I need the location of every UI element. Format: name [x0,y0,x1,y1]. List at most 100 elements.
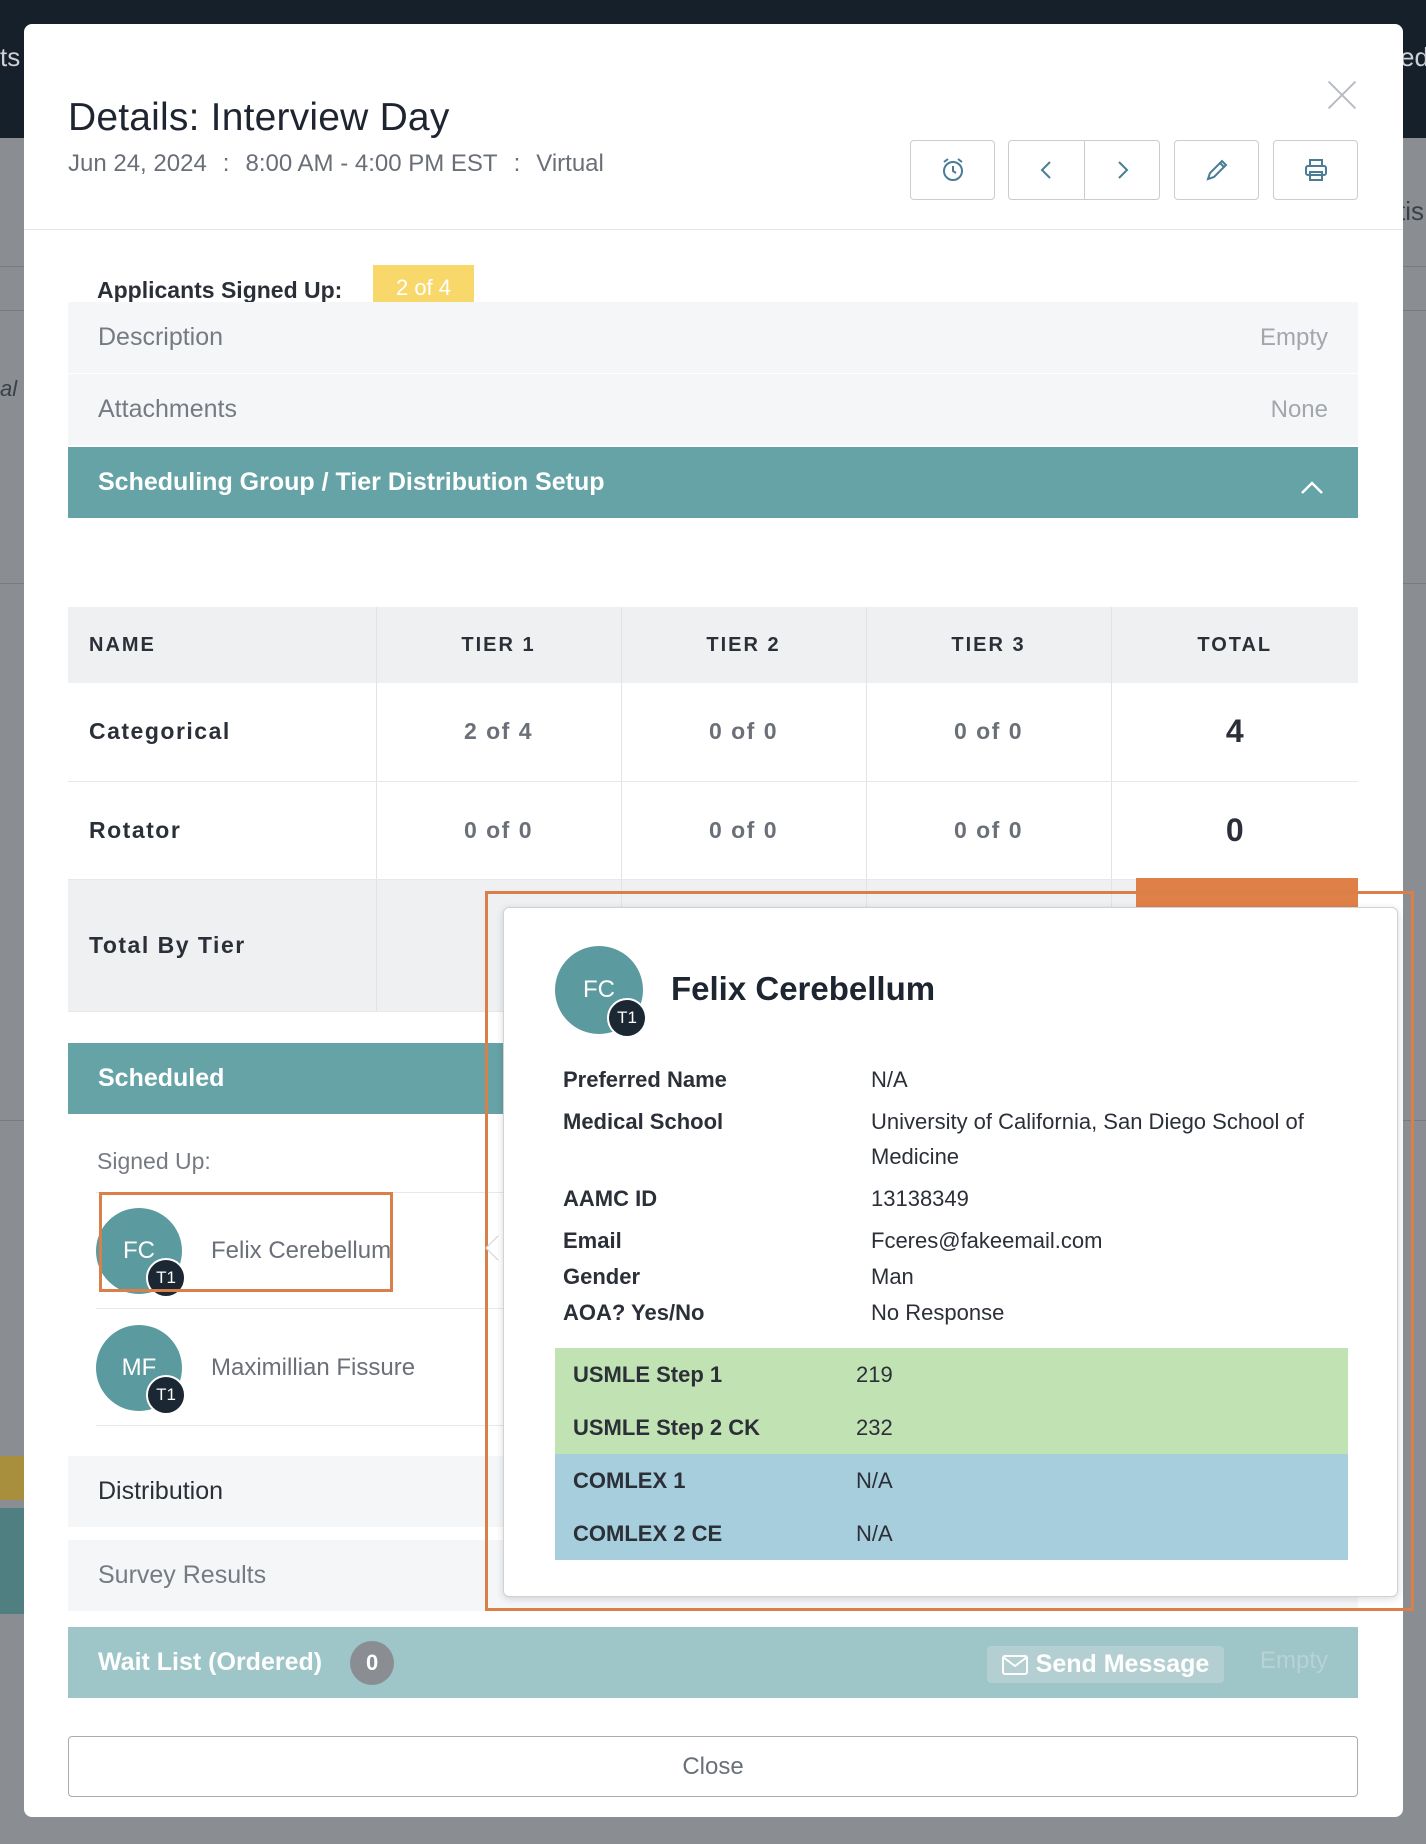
alarm-clock-icon [942,158,963,181]
scheduling-group-header[interactable]: Scheduling Group / Tier Distribution Set… [68,447,1358,518]
score-row: USMLE Step 2 CK 232 [555,1401,1348,1454]
close-icon[interactable] [1324,76,1360,112]
avatar-initials: FC [583,976,615,1003]
background-partial-text: al [0,376,18,401]
meta-separator: : [513,150,521,177]
tier-cell: 0 of 0 [376,781,622,880]
popover-applicant-name: Felix Cerebellum [671,970,936,1007]
detail-key: Medical School [563,1109,724,1134]
comlex-scores: COMLEX 1 N/A COMLEX 2 CE N/A [555,1454,1348,1560]
scheduling-group-label: Scheduling Group / Tier Distribution Set… [98,468,605,496]
popover-avatar: FC T1 [555,946,647,1038]
avatar: MF T1 [96,1325,186,1415]
next-button[interactable] [1084,140,1160,200]
score-value: 219 [856,1361,893,1387]
chevron-left-icon [1040,161,1051,179]
table-row: Rotator 0 of 0 0 of 0 0 of 0 0 [68,781,1358,880]
pencil-icon [1205,159,1227,181]
total-cell: 0 [1111,781,1358,880]
tier-cell: 2 of 4 [376,683,622,782]
applicant-name[interactable]: Maximillian Fissure [211,1354,415,1382]
column-header: TIER 3 [866,607,1112,683]
description-label: Description [98,323,224,351]
envelope-icon [1001,1654,1028,1675]
row-name: Categorical [68,683,377,782]
column-header: NAME [68,607,377,683]
divider [96,1308,536,1309]
divider [96,1425,536,1426]
meta-separator: : [222,150,230,177]
distribution-label: Distribution [98,1477,224,1505]
selection-highlight [99,1192,393,1292]
detail-row: Preferred Name N/A [563,1062,1343,1097]
chevron-up-icon[interactable] [1300,473,1324,494]
column-header: TOTAL [1111,607,1358,683]
score-value: 232 [856,1414,893,1440]
table-header-row: NAME TIER 1 TIER 2 TIER 3 TOTAL [68,607,1358,683]
attachments-panel[interactable]: Attachments None [68,374,1358,445]
details-modal: Details: Interview Day Jun 24, 2024 : 8:… [24,24,1414,1817]
detail-row: Email Fceres@fakeemail.com [563,1223,1343,1258]
applicants-signed-up: Applicants Signed Up: 2 of 4 [97,265,474,310]
modal-title: Details: Interview Day [68,96,450,139]
tier-badge: T1 [146,1375,186,1415]
detail-value: University of California, San Diego Scho… [871,1109,1304,1169]
close-button[interactable]: Close [68,1736,1358,1797]
applicant-details: Preferred Name N/A Medical School Univer… [563,1062,1343,1337]
printer-icon [1304,159,1327,181]
background-yellow-block [0,1456,24,1500]
background-partial-text: ts [0,42,21,72]
tier-cell: 0 of 0 [621,781,867,880]
attachments-label: Attachments [98,395,237,423]
usmle-scores: USMLE Step 1 219 USMLE Step 2 CK 232 [555,1348,1348,1454]
list-item[interactable]: MF T1 Maximillian Fissure [96,1325,415,1415]
wait-list-header[interactable]: Wait List (Ordered) 0 Send Message Empty [68,1627,1358,1698]
total-cell: 4 [1111,683,1358,782]
detail-key: AOA? Yes/No [563,1300,705,1325]
column-header: TIER 2 [621,607,867,683]
description-value: Empty [1259,323,1328,351]
table-row: Categorical 2 of 4 0 of 0 0 of 0 4 [68,683,1358,782]
attachments-value: None [1270,395,1328,423]
detail-row: Gender Man [563,1259,1343,1294]
score-value: N/A [856,1467,893,1493]
wait-list-empty: Empty [1259,1647,1328,1674]
score-key: COMLEX 2 CE [573,1520,723,1546]
detail-key: Gender [563,1264,641,1289]
avatar-initials: MF [121,1354,157,1381]
applicants-signed-up-label: Applicants Signed Up: [97,277,343,303]
detail-row: AOA? Yes/No No Response [563,1295,1343,1330]
detail-key: Preferred Name [563,1067,727,1092]
event-time: 8:00 AM - 4:00 PM EST [245,150,498,177]
edit-button[interactable] [1174,140,1259,200]
tier-cell: 0 of 0 [866,781,1112,880]
previous-button[interactable] [1008,140,1085,200]
score-row: COMLEX 2 CE N/A [555,1507,1348,1560]
print-button[interactable] [1273,140,1358,200]
column-header: TIER 1 [376,607,622,683]
background-partial-text: ed [1400,42,1426,72]
event-date: Jun 24, 2024 [68,150,207,177]
score-row: USMLE Step 1 219 [555,1348,1348,1401]
tier-cell: 0 of 0 [621,683,867,782]
signed-up-label: Signed Up: [97,1148,211,1174]
avatar: FC T1 [555,946,647,1038]
description-panel[interactable]: Description Empty [68,302,1358,373]
send-message-button[interactable]: Send Message [987,1646,1224,1683]
detail-value[interactable]: Fceres@fakeemail.com [871,1223,1343,1258]
row-name: Rotator [68,781,377,880]
score-key: USMLE Step 1 [573,1361,723,1387]
row-name: Total By Tier [68,879,377,1012]
send-message-label: Send Message [1035,1650,1210,1678]
detail-key: AAMC ID [563,1186,658,1211]
wait-list-count: 0 [350,1640,395,1685]
event-location: Virtual [536,150,604,177]
score-key: COMLEX 1 [573,1467,686,1493]
reminder-button[interactable] [910,140,995,200]
score-key: USMLE Step 2 CK [573,1414,761,1440]
chevron-right-icon [1118,161,1129,179]
tier-badge: T1 [607,998,647,1038]
detail-row: AAMC ID 13138349 [563,1181,1343,1216]
applicant-popover: FC T1 Felix Cerebellum Preferred Name N/… [503,907,1398,1597]
detail-value: No Response [871,1300,1005,1325]
